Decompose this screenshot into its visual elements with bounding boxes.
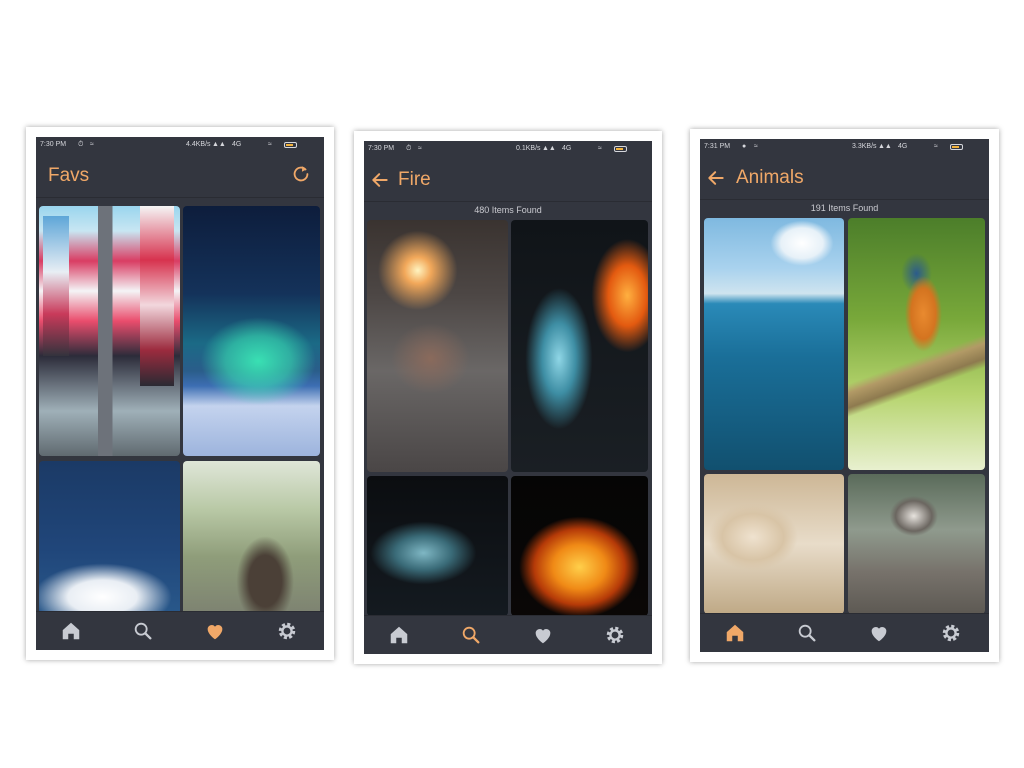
heart-icon[interactable] (532, 624, 554, 646)
back-arrow-icon[interactable] (370, 170, 390, 190)
phone-screen: 7:30 PM ⏱ ≈ 0.1KB/s ▲▲ 4G ≈ Fire 480 Ite… (364, 141, 652, 654)
battery-icon (284, 142, 297, 148)
refresh-icon[interactable] (290, 163, 312, 185)
phone-screen: 7:31 PM ● ≈ 3.3KB/s ▲▲ 4G ≈ Animals 191 … (700, 139, 989, 652)
settings-icon[interactable] (940, 622, 962, 644)
alarm-icon: ⏱ (78, 141, 84, 148)
signal-icon: ▲▲ (542, 145, 556, 152)
app-bar: Animals (700, 155, 989, 200)
status-time: 7:30 PM (40, 141, 67, 148)
page-title: Fire (398, 169, 431, 190)
back-arrow-icon[interactable] (706, 168, 726, 188)
bottom-nav (700, 613, 989, 652)
wifi-status-icon: ≈ (598, 145, 602, 152)
items-found-count: 480 Items Found (474, 205, 542, 215)
battery-icon (614, 146, 627, 152)
wallpaper-tile[interactable] (367, 220, 508, 472)
status-network: 4G (898, 143, 908, 150)
screenshot-card-animals: 7:31 PM ● ≈ 3.3KB/s ▲▲ 4G ≈ Animals 191 … (690, 129, 999, 662)
search-icon[interactable] (796, 622, 818, 644)
heart-icon[interactable] (868, 622, 890, 644)
wallpaper-tile[interactable] (848, 218, 985, 470)
wallpaper-tile[interactable] (183, 206, 320, 456)
wallpaper-tile[interactable] (183, 461, 320, 621)
page-title: Animals (736, 167, 804, 188)
status-network: 4G (562, 145, 572, 152)
app-bar: Fire (364, 157, 652, 202)
home-icon[interactable] (60, 620, 82, 642)
status-speed: 3.3KB/s (852, 143, 877, 150)
status-network: 4G (232, 141, 242, 148)
alarm-icon: ⏱ (406, 145, 412, 152)
battery-icon (950, 144, 963, 150)
mic-icon: ● (742, 143, 747, 150)
status-time: 7:31 PM (704, 143, 731, 150)
screenshot-card-fire: 7:30 PM ⏱ ≈ 0.1KB/s ▲▲ 4G ≈ Fire 480 Ite… (354, 131, 662, 664)
screenshot-card-favs: 7:30 PM ⏱ ≈ 4.4KB/s ▲▲ 4G ≈ Favs (26, 127, 334, 660)
status-speed: 0.1KB/s (516, 145, 541, 152)
items-found-count: 191 Items Found (810, 203, 879, 213)
status-time: 7:30 PM (368, 145, 395, 152)
settings-icon[interactable] (604, 624, 626, 646)
wifi-status-icon: ≈ (934, 143, 938, 150)
app-bar: Favs (36, 153, 324, 198)
wifi-icon: ≈ (418, 145, 422, 152)
status-bar: 7:30 PM ⏱ ≈ 4.4KB/s ▲▲ 4G ≈ (36, 137, 324, 153)
page-title: Favs (48, 165, 90, 186)
wallpaper-tile[interactable] (511, 476, 648, 616)
wallpaper-tile[interactable] (704, 218, 844, 470)
bottom-nav (364, 615, 652, 654)
search-icon[interactable] (132, 620, 154, 642)
wallpaper-tile[interactable] (848, 474, 985, 614)
wallpaper-tile[interactable] (367, 476, 508, 616)
status-bar: 7:30 PM ⏱ ≈ 0.1KB/s ▲▲ 4G ≈ (364, 141, 652, 157)
home-icon[interactable] (388, 624, 410, 646)
wallpaper-tile[interactable] (39, 461, 180, 621)
wallpaper-tile[interactable] (704, 474, 844, 614)
wifi-icon: ≈ (754, 143, 758, 150)
search-icon[interactable] (460, 624, 482, 646)
phone-screen: 7:30 PM ⏱ ≈ 4.4KB/s ▲▲ 4G ≈ Favs (36, 137, 324, 650)
settings-icon[interactable] (276, 620, 298, 642)
signal-icon: ▲▲ (212, 141, 226, 148)
wallpaper-tile[interactable] (511, 220, 648, 472)
bottom-nav (36, 611, 324, 650)
heart-icon[interactable] (204, 620, 226, 642)
wifi-status-icon: ≈ (268, 141, 272, 148)
wifi-icon: ≈ (90, 141, 94, 148)
wallpaper-tile[interactable] (39, 206, 180, 456)
status-bar: 7:31 PM ● ≈ 3.3KB/s ▲▲ 4G ≈ (700, 139, 989, 155)
home-icon[interactable] (724, 622, 746, 644)
status-speed: 4.4KB/s (186, 141, 211, 148)
signal-icon: ▲▲ (878, 143, 892, 150)
